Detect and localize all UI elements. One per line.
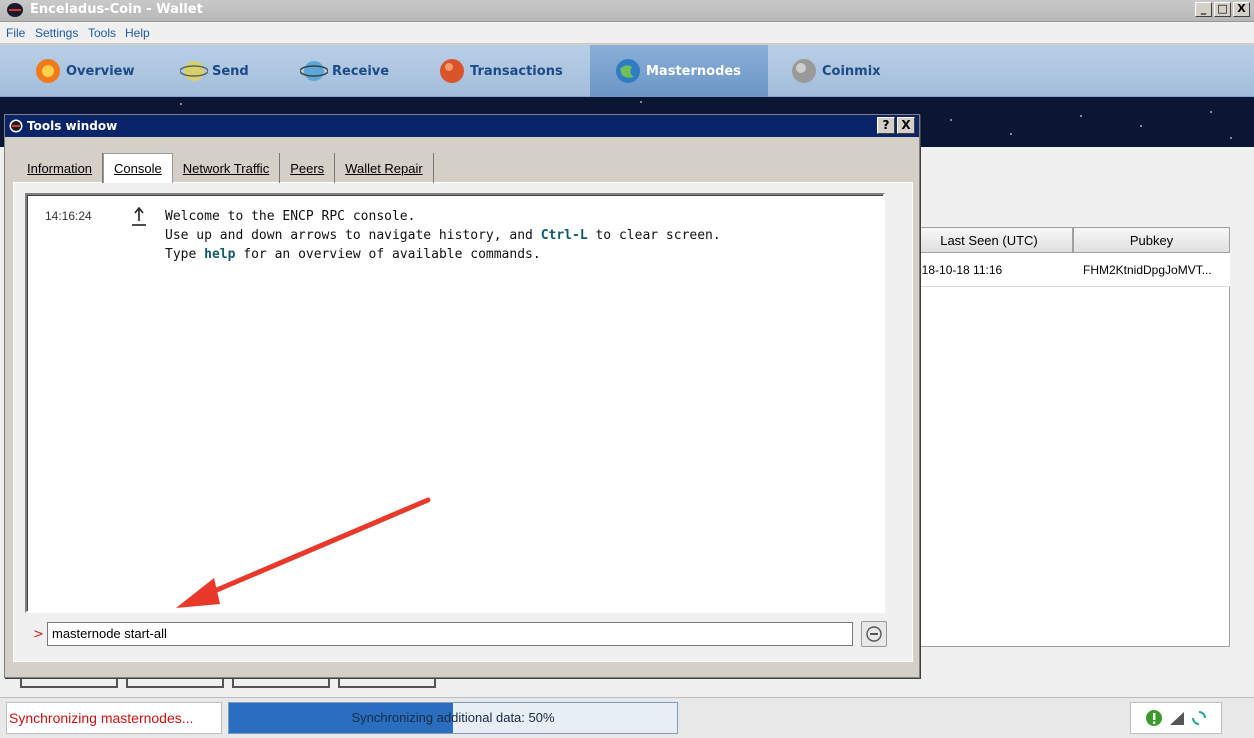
console-input[interactable]: masternode start-all [47,622,853,646]
app-title: Enceladus-Coin - Wallet [30,2,203,17]
clear-console-button[interactable] [861,621,887,647]
nav-masternodes[interactable]: Masternodes [590,45,768,97]
tab-console[interactable]: Console [103,153,173,183]
menu-file[interactable]: File [6,26,25,40]
tools-window: Tools window ? X Information Console Net… [4,114,920,678]
console-output[interactable]: 14:16:24 Welcome to the ENCP RPC console… [25,193,885,613]
menu-settings[interactable]: Settings [35,26,78,40]
sync-progress-bar: Synchronizing additional data: 50% [228,702,678,734]
dialog-close-button[interactable]: X [897,117,915,134]
table-row[interactable]: 018-10-18 11:16 FHM2KtnidDpgJoMVT... [905,253,1230,287]
masternodes-table [905,227,1230,647]
console-key: Ctrl-L [540,228,588,243]
tools-window-title: Tools window [27,119,118,133]
console-line: Use up and down arrows to navigate histo… [165,228,541,243]
tab-information[interactable]: Information [17,153,104,183]
status-icons [1130,702,1222,734]
console-timestamp: 14:16:24 [45,209,92,223]
app-logo-icon [9,119,23,133]
sync-icon[interactable] [1191,710,1207,726]
nav-transactions[interactable]: Transactions [438,45,573,97]
table-header: Last Seen (UTC) Pubkey [905,227,1230,253]
masternodes-icon [616,59,640,83]
column-pubkey[interactable]: Pubkey [1073,227,1230,253]
nav-receive[interactable]: Receive [300,45,399,97]
coinmix-icon [792,59,816,83]
network-signal-icon[interactable] [1169,710,1185,726]
sync-status-text: Synchronizing masternodes... [6,702,222,734]
console-line: for an overview of available commands. [235,247,541,262]
minimize-button[interactable]: _ [1195,2,1212,17]
sync-progress-label: Synchronizing additional data: 50% [351,710,555,725]
tab-wallet-repair[interactable]: Wallet Repair [335,153,434,183]
app-logo-icon [7,3,23,17]
send-icon [180,61,208,81]
alert-icon[interactable] [1145,709,1163,727]
receive-icon [300,61,328,81]
console-line: Type [165,247,205,262]
console-welcome-message: Welcome to the ENCP RPC console. Use up … [165,207,721,264]
masternodes-table-content: Last Seen (UTC) Pubkey 018-10-18 11:16 F… [905,227,1230,287]
nav-send[interactable]: Send [180,45,259,97]
overview-icon [36,59,60,83]
app-titlebar: Enceladus-Coin - Wallet _ □ X [0,0,1254,22]
output-arrow-icon [132,206,146,226]
menubar: File Settings Tools Help [0,22,1254,44]
tools-window-titlebar[interactable]: Tools window ? X [5,115,919,137]
cell-last-seen: 018-10-18 11:16 [915,262,1003,277]
cell-pubkey: FHM2KtnidDpgJoMVT... [1083,262,1212,277]
statusbar: Synchronizing masternodes... Synchronizi… [0,697,1254,738]
close-button[interactable]: X [1233,2,1250,17]
console-line: to clear screen. [587,228,721,243]
tab-network-traffic[interactable]: Network Traffic [173,153,281,183]
console-prompt-row: > masternode start-all [25,617,895,651]
column-last-seen[interactable]: Last Seen (UTC) [905,227,1073,253]
help-button[interactable]: ? [877,117,895,134]
prompt-symbol: > [33,627,44,642]
tools-tabs: Information Console Network Traffic Peer… [17,153,434,183]
nav-coinmix[interactable]: Coinmix [790,45,891,97]
window-controls: _ □ X [1195,2,1250,17]
transactions-icon [440,59,464,83]
nav-toolbar: Overview Send Receive Transactions Maste… [0,45,1254,97]
console-key: help [204,247,236,262]
tab-peers[interactable]: Peers [280,153,336,183]
menu-help[interactable]: Help [125,26,150,40]
nav-overview[interactable]: Overview [34,45,145,97]
maximize-button[interactable]: □ [1214,2,1231,17]
menu-tools[interactable]: Tools [88,26,116,40]
clear-icon [866,626,882,642]
console-line: Welcome to the ENCP RPC console. [165,209,416,224]
